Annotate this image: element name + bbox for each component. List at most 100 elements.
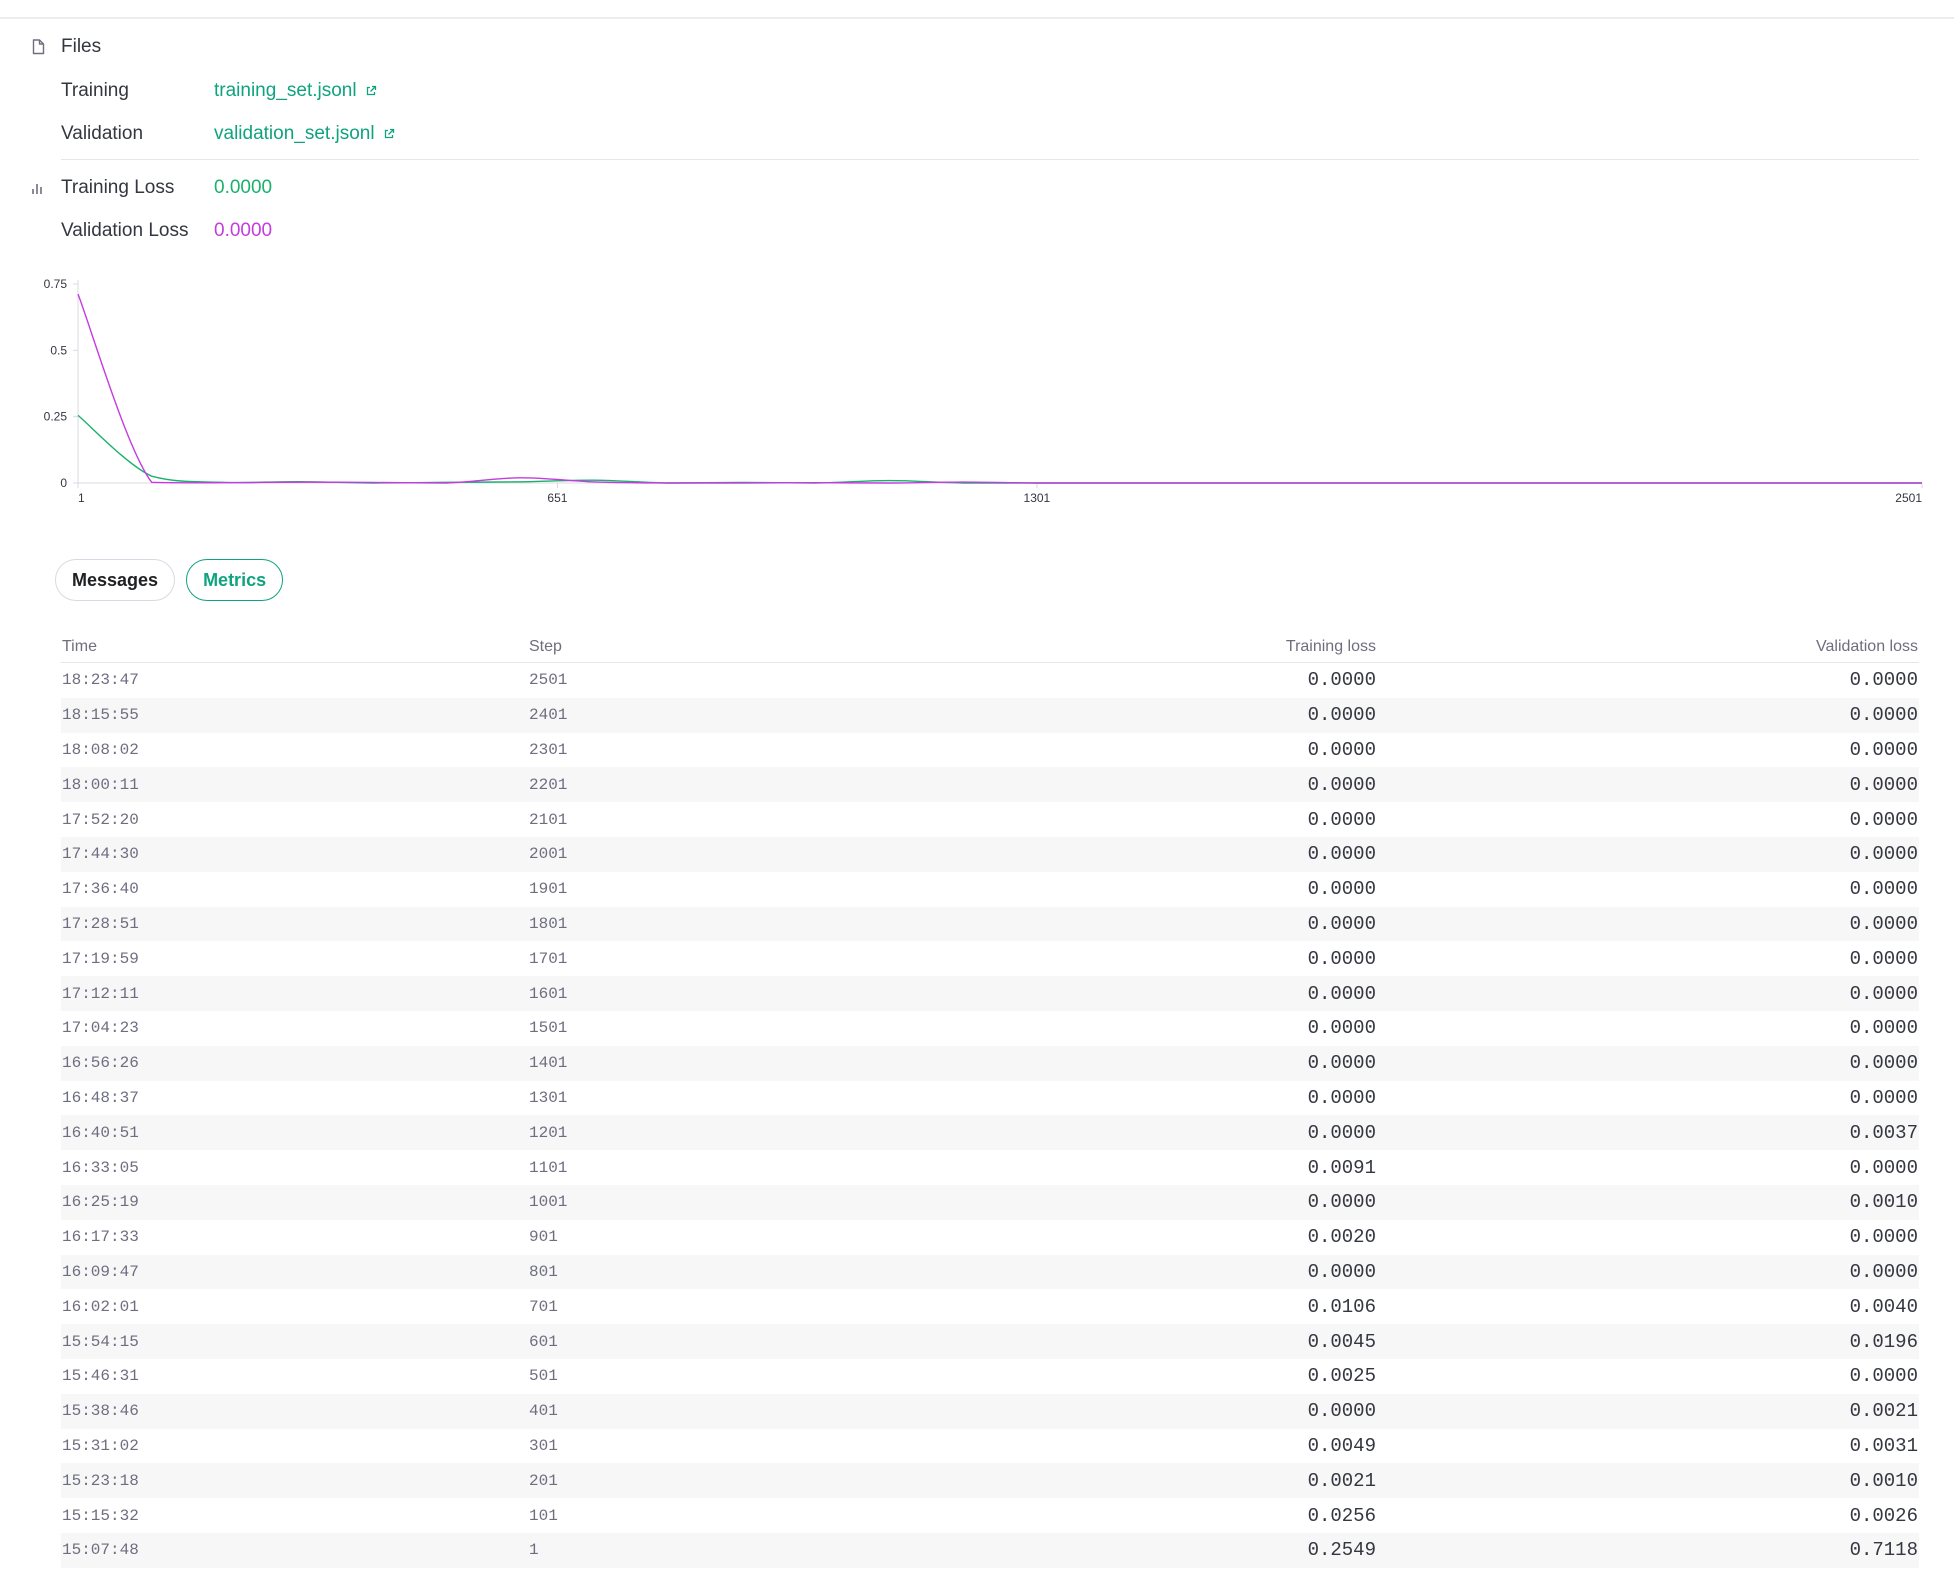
cell-training-loss: 0.0000 — [995, 1254, 1377, 1290]
validation-file-link[interactable]: validation_set.jsonl — [214, 123, 395, 145]
cell-validation-loss: 0.0021 — [1377, 1393, 1919, 1429]
cell-step: 2201 — [528, 767, 995, 803]
validation-file-label: Validation — [61, 123, 144, 144]
column-header-validation-loss[interactable]: Validation loss — [1377, 632, 1919, 663]
cell-training-loss: 0.0000 — [995, 976, 1377, 1011]
training-loss-row: Training Loss 0.0000 — [61, 174, 272, 202]
cell-time: 15:38:46 — [61, 1393, 528, 1429]
y-tick-label: 0.25 — [44, 410, 68, 424]
cell-step: 1701 — [529, 949, 568, 968]
external-link-icon — [365, 85, 377, 97]
cell-validation-loss: 0.0000 — [1849, 738, 1918, 761]
tab-messages[interactable]: Messages — [55, 559, 176, 601]
table-header-row: Time Step Training loss Validation loss — [61, 632, 1919, 663]
y-tick-label: 0.5 — [50, 343, 67, 357]
column-header-step[interactable]: Step — [528, 632, 995, 663]
cell-training-loss: 0.0000 — [995, 906, 1377, 942]
training-loss-value: 0.0000 — [214, 177, 273, 198]
table-row: 16:02:01 701 0.0106 0.0040 — [61, 1289, 1919, 1324]
table-row: 15:54:15 601 0.0045 0.0196 — [61, 1324, 1919, 1359]
cell-time: 18:15:55 — [61, 697, 528, 733]
cell-time: 15:46:31 — [62, 1367, 139, 1386]
cell-time: 18:08:02 — [62, 740, 139, 759]
x-tick-label: 1301 — [1024, 491, 1051, 505]
table-row: 17:44:30 2001 0.0000 0.0000 — [61, 836, 1919, 872]
training-loss-label: Training Loss — [61, 177, 175, 198]
cell-training-loss: 0.0000 — [995, 1115, 1377, 1151]
cell-step: 501 — [529, 1367, 558, 1386]
cell-step: 201 — [528, 1463, 995, 1499]
table-row: 18:08:02 2301 0.0000 0.0000 — [61, 733, 1919, 768]
training-file-name: training_set.jsonl — [214, 80, 357, 101]
bar-chart-icon — [30, 178, 46, 198]
cell-step: 2101 — [529, 810, 568, 829]
top-divider — [0, 17, 1954, 19]
column-header-time[interactable]: Time — [61, 632, 528, 663]
cell-validation-loss: 0.0031 — [1849, 1434, 1918, 1457]
cell-step: 901 — [529, 1228, 558, 1247]
table-row: 16:09:47 801 0.0000 0.0000 — [61, 1254, 1919, 1290]
cell-validation-loss: 0.0000 — [1849, 808, 1918, 831]
cell-step: 1101 — [529, 1158, 568, 1177]
cell-time: 16:40:51 — [61, 1115, 528, 1151]
cell-validation-loss: 0.0000 — [1849, 1086, 1918, 1109]
cell-time: 17:36:40 — [62, 880, 139, 899]
cell-training-loss: 0.0000 — [1307, 738, 1376, 761]
validation-file-row: Validation validation_set.jsonl — [61, 120, 395, 148]
cell-time: 17:28:51 — [61, 906, 528, 942]
table-row: 17:52:20 2101 0.0000 0.0000 — [61, 802, 1919, 837]
cell-step: 1401 — [528, 1045, 995, 1081]
cell-validation-loss: 0.0000 — [1377, 1254, 1919, 1290]
validation-file-name: validation_set.jsonl — [214, 123, 375, 144]
table-row: 16:56:26 1401 0.0000 0.0000 — [61, 1045, 1919, 1081]
y-tick-label: 0.75 — [44, 277, 68, 291]
cell-step: 701 — [529, 1297, 558, 1316]
table-row: 16:33:05 1101 0.0091 0.0000 — [61, 1150, 1919, 1185]
cell-validation-loss: 0.0000 — [1849, 1365, 1918, 1388]
cell-validation-loss: 0.0000 — [1377, 976, 1919, 1011]
cell-training-loss: 0.0045 — [995, 1324, 1377, 1359]
cell-time: 15:54:15 — [61, 1324, 528, 1359]
cell-time: 17:44:30 — [61, 836, 528, 872]
cell-step: 2401 — [528, 697, 995, 733]
y-tick-label: 0 — [60, 476, 67, 490]
cell-step: 801 — [528, 1254, 995, 1290]
cell-validation-loss: 0.0000 — [1849, 878, 1918, 901]
cell-training-loss: 0.0000 — [995, 1393, 1377, 1429]
training-loss-line — [77, 414, 1922, 484]
table-row: 17:28:51 1801 0.0000 0.0000 — [61, 906, 1919, 942]
metrics-table-body: 18:23:47 2501 0.0000 0.0000 18:15:55 2401 0.00… — [61, 663, 1919, 1568]
cell-training-loss: 0.0091 — [1307, 1156, 1376, 1179]
column-header-training-loss[interactable]: Training loss — [995, 632, 1377, 663]
x-tick-label: 651 — [547, 491, 567, 505]
cell-validation-loss: 0.0000 — [1849, 1017, 1918, 1040]
loss-chart: 0 0.25 0.5 0.75 1 651 1301 2501 — [44, 277, 1923, 505]
table-row: 17:36:40 1901 0.0000 0.0000 — [61, 872, 1919, 907]
cell-time: 17:04:23 — [62, 1019, 139, 1038]
cell-validation-loss: 0.0040 — [1849, 1295, 1918, 1318]
tab-metrics[interactable]: Metrics — [186, 559, 284, 601]
cell-training-loss: 0.0000 — [1307, 808, 1376, 831]
cell-validation-loss: 0.0000 — [1377, 906, 1919, 942]
cell-step: 2001 — [528, 836, 995, 872]
cell-training-loss: 0.0025 — [1307, 1365, 1376, 1388]
cell-step: 1801 — [528, 906, 995, 942]
table-row: 16:40:51 1201 0.0000 0.0037 — [61, 1115, 1919, 1151]
files-header-label: Files — [61, 36, 102, 57]
training-file-link[interactable]: training_set.jsonl — [214, 80, 377, 102]
cell-validation-loss: 0.0037 — [1377, 1115, 1919, 1151]
cell-training-loss: 0.0000 — [1307, 1017, 1376, 1040]
cell-step: 1601 — [528, 976, 995, 1011]
table-row: 16:48:37 1301 0.0000 0.0000 — [61, 1081, 1919, 1116]
cell-step: 401 — [528, 1393, 995, 1429]
cell-training-loss: 0.0021 — [995, 1463, 1377, 1499]
cell-time: 17:52:20 — [62, 810, 139, 829]
table-row: 15:46:31 501 0.0025 0.0000 — [61, 1359, 1919, 1394]
table-row: 15:15:32 101 0.0256 0.0026 — [61, 1498, 1919, 1533]
table-row: 16:25:19 1001 0.0000 0.0010 — [61, 1184, 1919, 1220]
cell-validation-loss: 0.0010 — [1377, 1463, 1919, 1499]
cell-time: 18:00:11 — [61, 767, 528, 803]
cell-time: 15:23:18 — [61, 1463, 528, 1499]
cell-validation-loss: 0.0196 — [1377, 1324, 1919, 1359]
cell-time: 15:15:32 — [62, 1506, 139, 1525]
